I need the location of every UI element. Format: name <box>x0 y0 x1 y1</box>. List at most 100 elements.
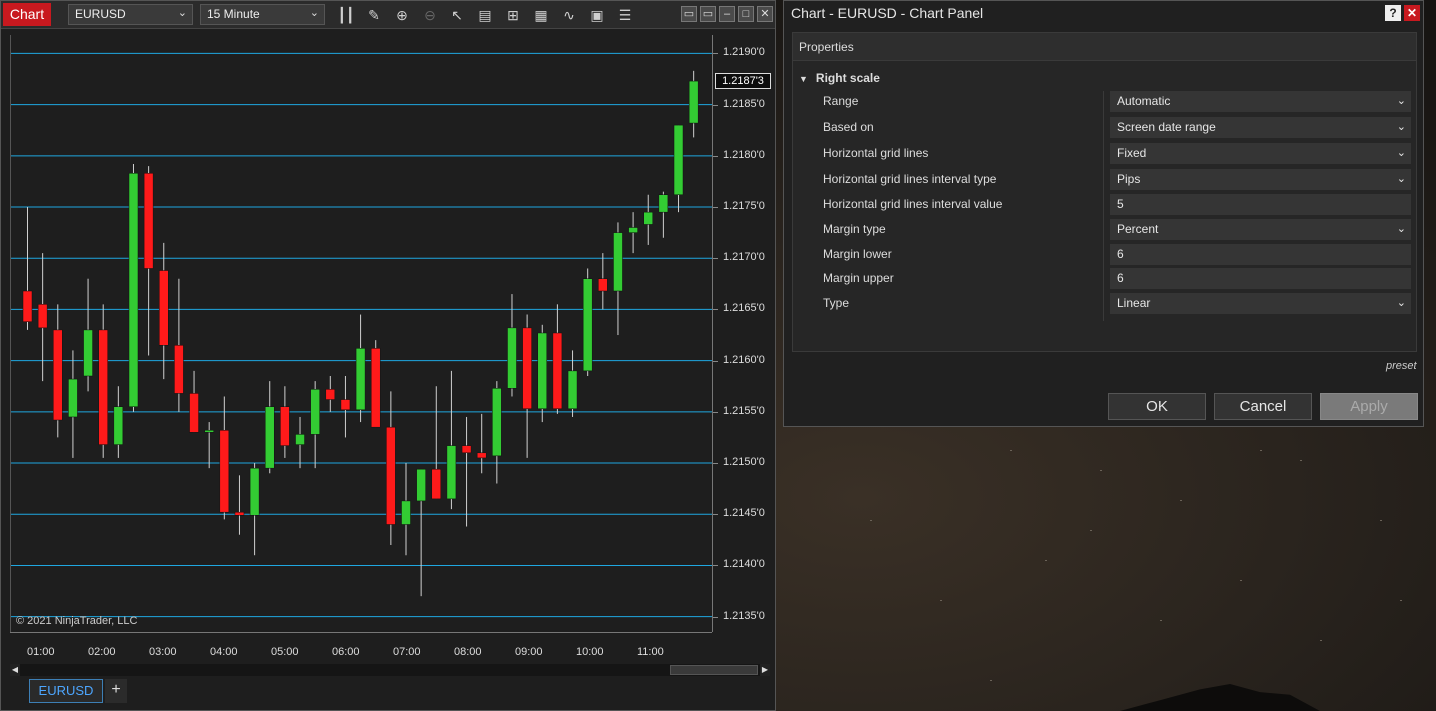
tile-icon[interactable]: ▭ <box>681 6 697 22</box>
candle-body <box>22 290 33 322</box>
chevron-down-icon: ⌄ <box>1396 223 1406 235</box>
y-tick-mark <box>713 411 718 413</box>
candle <box>492 381 502 484</box>
section-right-scale[interactable]: ▼ Right scale <box>799 71 880 85</box>
y-tick-mark <box>713 360 718 362</box>
scroll-right-icon[interactable]: ▶ <box>760 664 770 676</box>
candle <box>280 386 290 458</box>
drawing-tool-icon[interactable]: ✎ <box>365 6 383 24</box>
candle <box>673 124 684 213</box>
chart-window: Chart EURUSD ⌄ 15 Minute ⌄ ┃┃ ✎ ⊕ ⊖ ↖ ▤ … <box>0 0 776 711</box>
pointer-icon[interactable]: ↖ <box>448 6 466 24</box>
property-value: Percent <box>1117 222 1159 236</box>
chevron-down-icon: ⌄ <box>1396 95 1406 107</box>
close-button[interactable]: ✕ <box>1404 5 1420 21</box>
candle-body <box>143 172 154 269</box>
candle-body <box>522 327 532 410</box>
candle-body <box>310 389 320 435</box>
properties-header: Properties <box>793 33 1416 61</box>
property-dropdown[interactable]: Linear ⌄ <box>1110 293 1411 314</box>
candle-body <box>507 327 517 389</box>
desktop-star-dot <box>1100 470 1102 471</box>
chart-tab-button[interactable]: Chart <box>3 3 51 26</box>
preset-link[interactable]: preset <box>1386 360 1417 372</box>
property-dropdown[interactable]: Screen date range ⌄ <box>1110 117 1411 138</box>
candle-body <box>401 500 411 525</box>
candle <box>552 304 563 414</box>
chart-plot-area[interactable]: © 2021 NinjaTrader, LLC <box>10 35 713 632</box>
property-dropdown[interactable]: Automatic ⌄ <box>1110 91 1411 112</box>
candle <box>37 253 48 382</box>
candle <box>143 166 154 356</box>
y-tick-mark <box>713 514 718 516</box>
maximize-icon[interactable]: □ <box>738 6 754 22</box>
candle <box>431 386 442 500</box>
chart-trader-icon[interactable]: ⊞ <box>504 6 522 24</box>
candle <box>219 396 230 520</box>
candle <box>628 212 638 254</box>
price-axis[interactable]: 1.2187'3 1.2190'0 1.2185'0 1.2180'0 1.2175'… <box>712 35 774 632</box>
chevron-down-icon: ⌄ <box>1396 297 1406 309</box>
candle <box>325 375 336 412</box>
candle-body <box>688 80 699 124</box>
candle <box>522 314 532 458</box>
zoom-in-icon[interactable]: ⊕ <box>393 6 411 24</box>
time-axis[interactable]: 01:00 02:00 03:00 04:00 05:00 06:00 07:00 08:00… <box>10 632 712 662</box>
property-dropdown[interactable]: Percent ⌄ <box>1110 219 1411 240</box>
x-tick-label: 10:00 <box>576 646 604 658</box>
zoom-out-icon[interactable]: ⊖ <box>421 6 439 24</box>
scroll-left-icon[interactable]: ◀ <box>10 664 20 676</box>
strategies-icon[interactable]: ∿ <box>560 6 578 24</box>
candle-body <box>159 270 169 346</box>
candle-body <box>189 393 199 433</box>
candle-body <box>249 467 260 516</box>
minimize-icon[interactable]: – <box>719 6 735 22</box>
property-value: Pips <box>1117 172 1141 186</box>
candle <box>53 304 63 438</box>
properties-icon[interactable]: ▣ <box>588 6 606 24</box>
candle-body <box>370 348 381 428</box>
candle <box>613 222 623 336</box>
data-box-icon[interactable]: ▤ <box>476 6 494 24</box>
add-tab-button[interactable]: + <box>105 679 127 703</box>
collapse-triangle-icon[interactable]: ▼ <box>799 74 808 84</box>
candlestick-chart <box>11 52 713 618</box>
property-input[interactable]: 6 <box>1110 268 1411 289</box>
cancel-button[interactable]: Cancel <box>1214 393 1312 420</box>
property-dropdown[interactable]: Pips ⌄ <box>1110 169 1411 190</box>
candle-body <box>234 511 245 516</box>
property-input[interactable]: 6 <box>1110 244 1411 265</box>
candle-body <box>476 452 487 459</box>
indicators-icon[interactable]: ▦ <box>532 6 550 24</box>
bar-type-icon[interactable]: ┃┃ <box>337 6 355 24</box>
help-button[interactable]: ? <box>1385 5 1401 21</box>
property-dropdown[interactable]: Fixed ⌄ <box>1110 143 1411 164</box>
ok-button[interactable]: OK <box>1108 393 1206 420</box>
candle-body <box>431 468 442 500</box>
property-input[interactable]: 5 <box>1110 194 1411 215</box>
interval-selector[interactable]: 15 Minute ⌄ <box>200 4 325 25</box>
list-icon[interactable]: ☰ <box>616 6 634 24</box>
property-label: Range <box>823 94 859 108</box>
candle-body <box>280 406 290 446</box>
scroll-thumb[interactable] <box>670 665 758 675</box>
desktop-star-dot <box>1160 620 1162 621</box>
x-tick-label: 11:00 <box>637 646 664 658</box>
restore-layout-icon[interactable]: ▭ <box>700 6 716 22</box>
desktop-star-dot <box>1400 600 1402 601</box>
tab-eurusd[interactable]: EURUSD <box>29 679 103 703</box>
chart-toolbar: Chart EURUSD ⌄ 15 Minute ⌄ ┃┃ ✎ ⊕ ⊖ ↖ ▤ … <box>1 1 775 29</box>
close-icon[interactable]: ✕ <box>757 6 773 22</box>
candle <box>446 370 457 510</box>
property-label: Horizontal grid lines interval value <box>823 197 1003 211</box>
candle-body <box>446 445 457 500</box>
apply-button[interactable]: Apply <box>1320 393 1418 420</box>
y-tick-label: 1.2175'0 <box>723 200 765 213</box>
candle-body <box>567 370 578 410</box>
y-tick-label: 1.2180'0 <box>723 148 765 161</box>
property-value: Automatic <box>1117 94 1171 108</box>
instrument-selector[interactable]: EURUSD ⌄ <box>68 4 193 25</box>
x-tick-label: 01:00 <box>27 646 55 658</box>
horizontal-scrollbar[interactable]: ◀ ▶ <box>10 664 770 676</box>
candle <box>310 381 320 469</box>
